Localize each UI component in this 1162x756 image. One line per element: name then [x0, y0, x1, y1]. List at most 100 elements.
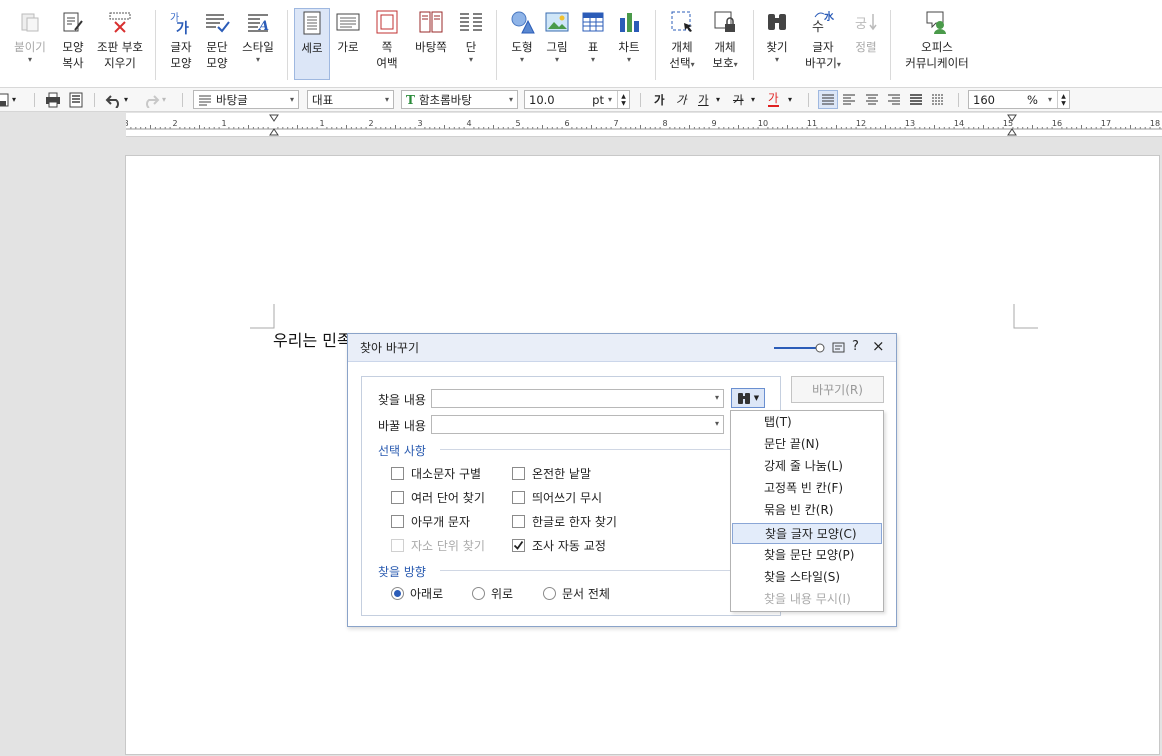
- bold-button[interactable]: 가: [654, 90, 665, 109]
- option-match-case[interactable]: 대소문자 구별: [391, 465, 481, 482]
- strikethrough-dropdown-arrow[interactable]: ▾: [751, 90, 755, 109]
- menu-item-find-char-shape[interactable]: 찾을 글자 모양(C): [732, 523, 882, 544]
- ribbon-toolbar: 붙이기 ▾ 모양 복사 조판 부호 지우기 가가 글자 모양 문단 모양 A 스…: [0, 0, 1162, 88]
- zoom-input[interactable]: 160 % ▾ ▲ ▼: [968, 90, 1070, 109]
- menu-item-bound-space[interactable]: 묶음 빈 칸(R): [732, 500, 882, 521]
- special-char-dropdown-button[interactable]: ▼: [731, 388, 765, 408]
- align-center-icon[interactable]: [865, 90, 879, 109]
- style-button[interactable]: A 스타일 ▾: [238, 8, 278, 84]
- menu-item-ignore-content[interactable]: 찾을 내용 무시(I): [732, 589, 882, 610]
- option-jaso-search[interactable]: 자소 단위 찾기: [391, 537, 485, 554]
- find-button[interactable]: 찾기 ▾: [762, 8, 792, 84]
- zoom-spinner[interactable]: ▲ ▼: [1057, 91, 1069, 108]
- font-color-button[interactable]: 가: [768, 90, 779, 107]
- align-right-icon[interactable]: [887, 90, 901, 109]
- option-whole-word[interactable]: 온전한 낱말: [512, 465, 591, 482]
- shape-button[interactable]: 도형 ▾: [506, 8, 538, 84]
- replace-input[interactable]: ▾: [431, 415, 724, 434]
- checkbox[interactable]: [391, 467, 404, 480]
- language-select[interactable]: 대표 ▾: [307, 90, 394, 109]
- char-shape-button[interactable]: 가가 글자 모양: [164, 8, 198, 84]
- option-multiple-words[interactable]: 여러 단어 찾기: [391, 489, 485, 506]
- chart-button[interactable]: 차트 ▾: [613, 8, 645, 84]
- table-arrow: ▾: [590, 55, 595, 64]
- checkbox[interactable]: [391, 515, 404, 528]
- find-input[interactable]: ▾: [431, 389, 724, 408]
- font-size-input[interactable]: 10.0 pt ▾ ▲ ▼: [524, 90, 630, 109]
- menu-item-find-style[interactable]: 찾을 스타일(S): [732, 567, 882, 588]
- checkbox[interactable]: [512, 491, 525, 504]
- menu-item-find-paragraph-shape[interactable]: 찾을 문단 모양(P): [732, 545, 882, 566]
- direction-up[interactable]: 위로: [472, 585, 513, 602]
- checkbox[interactable]: [391, 491, 404, 504]
- format-copy-button[interactable]: 모양 복사: [56, 8, 90, 84]
- direction-down[interactable]: 아래로: [391, 585, 443, 602]
- redo-icon[interactable]: [142, 90, 160, 109]
- font-color-dropdown-arrow[interactable]: ▾: [788, 90, 792, 109]
- close-icon[interactable]: ×: [872, 337, 885, 355]
- save-dropdown-arrow[interactable]: ▾: [12, 90, 16, 109]
- underline-dropdown-arrow[interactable]: ▾: [716, 90, 720, 109]
- toolbar-separator: [958, 93, 959, 107]
- print-icon[interactable]: [45, 90, 61, 109]
- font-size-spinner[interactable]: ▲ ▼: [617, 91, 629, 108]
- checkbox[interactable]: [512, 467, 525, 480]
- undo-dropdown-arrow[interactable]: ▾: [124, 90, 128, 109]
- option-hangul-to-hanja[interactable]: 한글로 한자 찾기: [512, 513, 617, 530]
- document-text[interactable]: 우리는 민족: [273, 327, 352, 351]
- transparency-slider[interactable]: [772, 342, 828, 354]
- menu-item-paragraph-end[interactable]: 문단 끝(N): [732, 434, 882, 455]
- portrait-page-button[interactable]: 세로: [294, 8, 330, 80]
- divide-icon[interactable]: [931, 90, 945, 109]
- object-protect-button[interactable]: 개체 보호▾: [706, 8, 744, 84]
- paragraph-shape-button[interactable]: 문단 모양: [200, 8, 234, 84]
- replace-char-button[interactable]: 수水 글자 바꾸기▾: [800, 8, 846, 84]
- replace-button[interactable]: 바꾸기(R): [791, 376, 884, 403]
- ribbon-separator: [155, 10, 156, 80]
- distribute-icon[interactable]: [909, 90, 923, 109]
- columns-button[interactable]: 단 ▾: [456, 8, 486, 84]
- page-margin-sub: 여백: [376, 56, 398, 70]
- picture-icon: [543, 8, 571, 36]
- option-auto-particle[interactable]: 조사 자동 교정: [512, 537, 606, 554]
- help-icon[interactable]: ?: [852, 339, 859, 354]
- paste-button[interactable]: 붙이기 ▾: [10, 8, 50, 84]
- direction-whole-document[interactable]: 문서 전체: [543, 585, 610, 602]
- radio[interactable]: [543, 587, 556, 600]
- menu-item-line-break[interactable]: 강제 줄 나눔(L): [732, 456, 882, 477]
- page-margin-button[interactable]: 쪽 여백: [370, 8, 404, 84]
- sort-button[interactable]: 궁 정렬: [850, 8, 882, 84]
- menu-item-fixed-space[interactable]: 고정폭 빈 칸(F): [732, 478, 882, 499]
- option-ignore-spacing[interactable]: 띄어쓰기 무시: [512, 489, 602, 506]
- master-page-button[interactable]: 바탕쪽: [412, 8, 450, 84]
- align-left-icon[interactable]: [842, 90, 856, 109]
- office-messenger-button[interactable]: 오피스 커뮤니케이터: [900, 8, 974, 84]
- table-button[interactable]: 표 ▾: [578, 8, 608, 84]
- underline-button[interactable]: 가: [698, 90, 709, 109]
- save-icon[interactable]: [0, 90, 10, 109]
- preview-icon[interactable]: [68, 90, 84, 109]
- menu-item-tab[interactable]: 탭(T): [732, 412, 882, 433]
- option-wildcard[interactable]: 아무개 문자: [391, 513, 470, 530]
- italic-button[interactable]: 가: [676, 90, 687, 109]
- checkbox[interactable]: [512, 515, 525, 528]
- radio-selected[interactable]: [391, 587, 404, 600]
- landscape-page-button[interactable]: 가로: [333, 8, 363, 84]
- picture-button[interactable]: 그림 ▾: [541, 8, 573, 84]
- strikethrough-button[interactable]: 가: [733, 90, 744, 109]
- clear-format-marks-button[interactable]: 조판 부호 지우기: [93, 8, 147, 84]
- dialog-menu-icon[interactable]: [832, 341, 846, 355]
- align-justify-icon[interactable]: [818, 90, 838, 109]
- radio[interactable]: [472, 587, 485, 600]
- font-select[interactable]: T 함초롬바탕 ▾: [401, 90, 518, 109]
- object-select-button[interactable]: 개체 선택▾: [664, 8, 700, 84]
- dialog-titlebar[interactable]: 찾아 바꾸기 ? ×: [348, 334, 896, 362]
- undo-icon[interactable]: [105, 90, 123, 109]
- style-select[interactable]: 바탕글 ▾: [193, 90, 299, 109]
- horizontal-ruler[interactable]: 821123456789101112131415161718: [126, 113, 1162, 137]
- checkbox[interactable]: [391, 539, 404, 552]
- ruler-label: 8: [662, 119, 667, 128]
- redo-dropdown-arrow[interactable]: ▾: [162, 90, 166, 109]
- checkbox-checked[interactable]: [512, 539, 525, 552]
- ruler-ticks: 821123456789101112131415161718: [126, 114, 1162, 136]
